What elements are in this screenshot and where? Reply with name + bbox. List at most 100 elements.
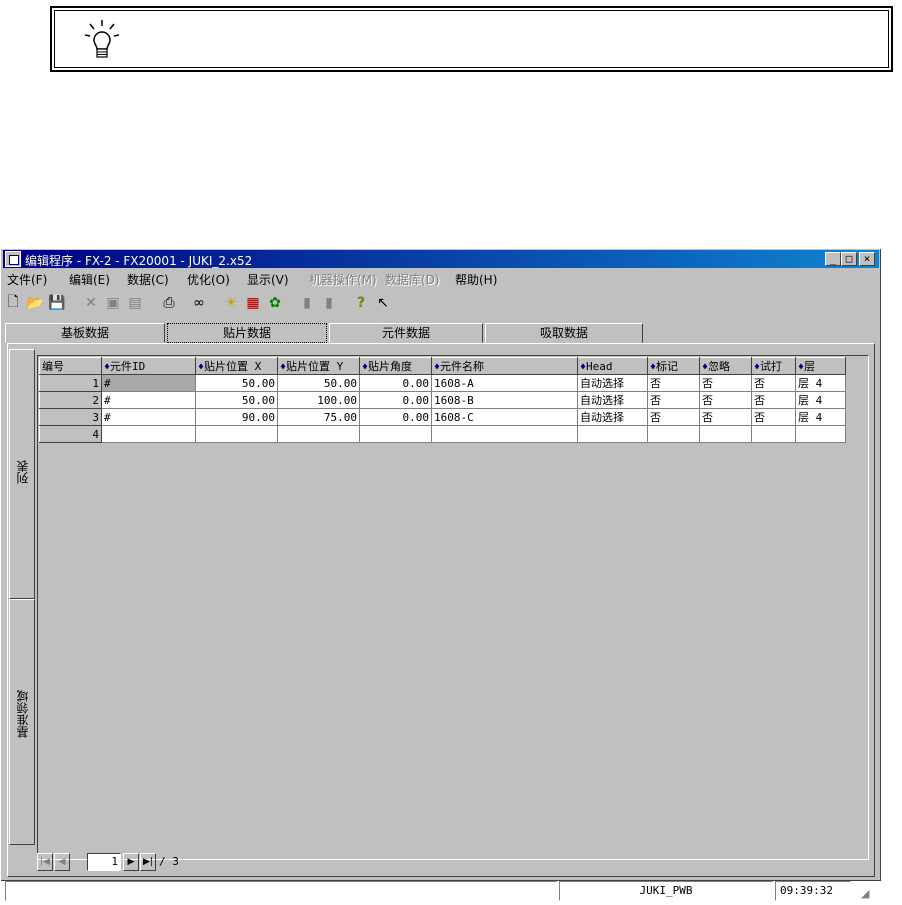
cell-mark[interactable]: 否 [647,391,700,409]
col-header-head[interactable]: ♦Head [577,357,648,375]
tab-component-data[interactable]: 元件数据 [329,323,483,343]
components-icon[interactable]: ✿ [265,293,285,313]
col-header-layer[interactable]: ♦层 [795,357,846,375]
cell-angle[interactable]: 0.00 [359,408,432,426]
tab-pick-data[interactable]: 吸取数据 [485,323,643,343]
disabled-tool-2-icon[interactable]: ▮ [319,293,339,313]
col-header-pos-x[interactable]: ♦贴片位置 X [195,357,278,375]
col-header-component-id[interactable]: ♦元件ID [101,357,196,375]
cell-head[interactable]: 自动选择 [577,374,648,392]
cell-component-id[interactable] [101,425,196,443]
cell-pos-x[interactable]: 90.00 [195,408,278,426]
menu-machine-operation[interactable]: 机器操作(M) [309,271,377,288]
cell-component-name[interactable]: 1608-A [431,374,578,392]
maximize-button[interactable]: □ [841,252,857,266]
cell-skip[interactable]: 否 [699,391,752,409]
side-tab-reference-area[interactable]: 基准领域 [9,599,35,845]
optimize-icon[interactable]: ▦ [243,293,263,313]
lightbulb-icon[interactable]: ☀ [221,293,241,313]
col-header-angle[interactable]: ♦贴片角度 [359,357,432,375]
table-row[interactable]: 1 # 50.00 50.00 0.00 1608-A 自动选择 否 否 否 层… [39,374,846,392]
cell-component-id[interactable]: # [101,408,196,426]
cell-component-name[interactable]: 1608-C [431,408,578,426]
resize-grip-icon[interactable]: ◢ [861,887,869,900]
cell-mark[interactable]: 否 [647,374,700,392]
cell-angle[interactable]: 0.00 [359,374,432,392]
cell-head[interactable]: 自动选择 [577,391,648,409]
next-page-icon[interactable]: ▶ [123,853,139,871]
col-header-mark[interactable]: ♦标记 [647,357,700,375]
cell-layer[interactable]: 层 4 [795,391,846,409]
open-folder-icon[interactable]: 📂 [25,293,45,313]
menu-optimize[interactable]: 优化(O) [187,271,230,288]
cell-pos-x[interactable]: 50.00 [195,391,278,409]
table-row[interactable]: 3 # 90.00 75.00 0.00 1608-C 自动选择 否 否 否 层… [39,408,846,426]
side-tab-list[interactable]: 列表 [9,349,35,599]
title-bar[interactable]: 编辑程序 - FX-2 - FX20001 - JUKI_2.x52 _ □ × [3,250,879,268]
last-page-icon[interactable]: ▶| [140,853,156,871]
cut-icon[interactable]: ✕ [81,293,101,313]
cell-pos-x[interactable] [195,425,278,443]
table-row[interactable]: 2 # 50.00 100.00 0.00 1608-B 自动选择 否 否 否 … [39,391,846,409]
cell-mark[interactable] [647,425,700,443]
tab-board-data[interactable]: 基板数据 [5,323,165,343]
row-number[interactable]: 3 [39,408,102,426]
menu-data[interactable]: 数据(C) [127,271,169,288]
disabled-tool-1-icon[interactable]: ▮ [297,293,317,313]
cell-component-name[interactable]: 1608-B [431,391,578,409]
app-icon[interactable] [5,251,21,267]
find-binoculars-icon[interactable]: ∞ [189,293,209,313]
cell-layer[interactable]: 层 4 [795,374,846,392]
cell-layer[interactable]: 层 4 [795,408,846,426]
prev-page-icon[interactable]: ◀ [54,853,70,871]
cell-layer[interactable] [795,425,846,443]
cell-component-id[interactable]: # [101,391,196,409]
col-header-pos-y[interactable]: ♦贴片位置 Y [277,357,360,375]
cell-angle[interactable] [359,425,432,443]
cell-pos-x[interactable]: 50.00 [195,374,278,392]
save-disk-icon[interactable]: 💾 [47,293,67,313]
minimize-button[interactable]: _ [825,252,841,266]
help-icon[interactable]: ? [351,293,371,313]
cell-component-id[interactable]: # [101,374,196,392]
cell-head[interactable] [577,425,648,443]
menu-file[interactable]: 文件(F) [7,271,47,288]
row-number[interactable]: 1 [39,374,102,392]
cell-pos-y[interactable] [277,425,360,443]
cell-test[interactable]: 否 [751,374,796,392]
cell-pos-y[interactable]: 75.00 [277,408,360,426]
cell-component-name[interactable] [431,425,578,443]
menu-view[interactable]: 显示(V) [247,271,289,288]
first-page-icon[interactable]: |◀ [37,853,53,871]
tab-placement-data[interactable]: 贴片数据 [167,323,327,343]
cell-skip[interactable]: 否 [699,408,752,426]
cell-test[interactable]: 否 [751,391,796,409]
context-help-icon[interactable]: ↖ [373,293,393,313]
col-header-skip[interactable]: ♦忽略 [699,357,752,375]
cell-mark[interactable]: 否 [647,408,700,426]
row-number[interactable]: 4 [39,425,102,443]
page-number-input[interactable]: 1 [87,853,121,871]
menu-database[interactable]: 数据库(D) [385,271,440,288]
menu-help[interactable]: 帮助(H) [455,271,497,288]
cell-pos-y[interactable]: 100.00 [277,391,360,409]
cell-skip[interactable]: 否 [699,374,752,392]
paste-icon[interactable]: ▤ [125,293,145,313]
menu-edit[interactable]: 编辑(E) [69,271,110,288]
cell-pos-y[interactable]: 50.00 [277,374,360,392]
status-pane-main [5,881,557,901]
row-number[interactable]: 2 [39,391,102,409]
cell-test[interactable]: 否 [751,408,796,426]
new-file-icon[interactable]: 🗋 [3,293,23,313]
col-header-component-name[interactable]: ♦元件名称 [431,357,578,375]
col-header-no[interactable]: 编号 [39,357,102,375]
cell-skip[interactable] [699,425,752,443]
cell-angle[interactable]: 0.00 [359,391,432,409]
cell-head[interactable]: 自动选择 [577,408,648,426]
table-row[interactable]: 4 [39,425,846,443]
copy-icon[interactable]: ▣ [103,293,123,313]
cell-test[interactable] [751,425,796,443]
close-button[interactable]: × [859,252,875,266]
print-icon[interactable]: ⎙ [159,293,179,313]
col-header-test[interactable]: ♦试打 [751,357,796,375]
